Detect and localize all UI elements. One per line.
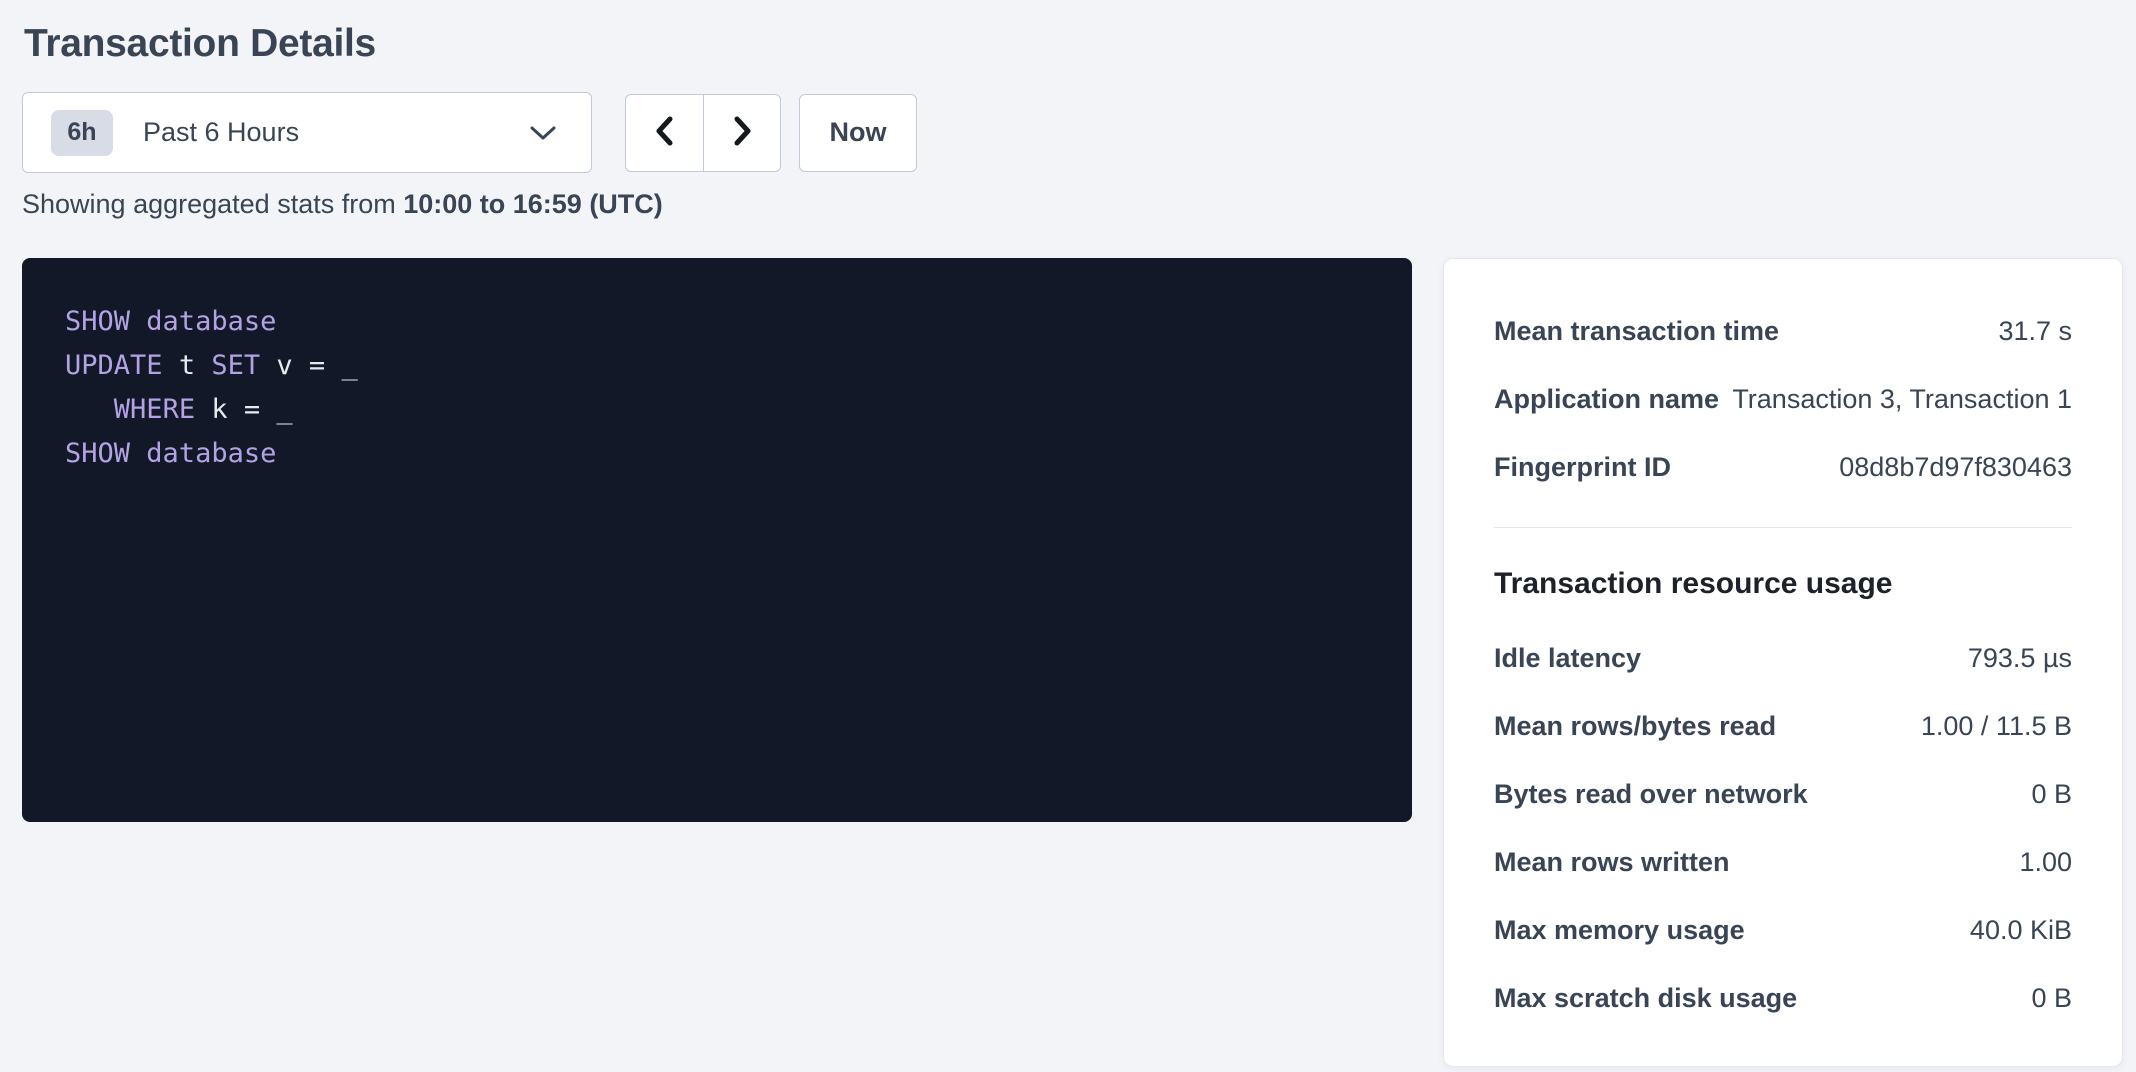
transaction-details-page: Transaction Details 6h Past 6 Hours (0, 0, 2136, 1067)
stat-row: Mean rows/bytes read 1.00 / 11.5 B (1494, 692, 2072, 760)
stat-row: Bytes read over network 0 B (1494, 760, 2072, 828)
chevron-right-icon (728, 114, 756, 151)
stat-row: Idle latency 793.5 µs (1494, 624, 2072, 692)
sql-code: SHOW databaseUPDATE t SET v = _ WHERE k … (65, 300, 1392, 476)
stat-value: 0 B (2031, 779, 2072, 810)
stat-value: 40.0 KiB (1970, 915, 2072, 946)
stat-value: 1.00 / 11.5 B (1921, 711, 2072, 742)
usage-rows: Idle latency 793.5 µs Mean rows/bytes read… (1494, 624, 2072, 1032)
stat-value: 1.00 (2019, 847, 2072, 878)
time-range-shortcut-badge: 6h (51, 110, 113, 156)
stat-row: Fingerprint ID 08d8b7d97f830463 (1494, 433, 2072, 501)
stat-label: Bytes read over network (1494, 779, 1808, 810)
time-window-pager (625, 94, 781, 172)
content-row: SHOW databaseUPDATE t SET v = _ WHERE k … (22, 258, 2123, 1067)
stat-value: 08d8b7d97f830463 (1839, 452, 2072, 483)
stat-label: Idle latency (1494, 643, 1641, 674)
chevron-left-icon (651, 114, 679, 151)
stat-label: Max scratch disk usage (1494, 983, 1797, 1014)
stat-value: Transaction 3, Transaction 1 (1732, 384, 2072, 415)
stat-label: Mean rows written (1494, 847, 1730, 878)
section-divider (1494, 527, 2072, 528)
stat-value: 0 B (2031, 983, 2072, 1014)
stat-row: Application name Transaction 3, Transacti… (1494, 365, 2072, 433)
caption-time-range: 10:00 to 16:59 (UTC) (403, 189, 663, 219)
sql-code-line: SHOW database (65, 300, 1392, 344)
stat-label: Mean transaction time (1494, 316, 1779, 347)
sql-code-line: SHOW database (65, 432, 1392, 476)
stat-label: Max memory usage (1494, 915, 1745, 946)
page-title: Transaction Details (24, 22, 2123, 66)
sql-code-line: WHERE k = _ (65, 388, 1392, 432)
stat-value: 793.5 µs (1968, 643, 2072, 674)
time-range-label: Past 6 Hours (143, 117, 529, 148)
time-toolbar: 6h Past 6 Hours (22, 92, 2123, 173)
stat-row: Mean transaction time 31.7 s (1494, 297, 2072, 365)
stat-label: Mean rows/bytes read (1494, 711, 1776, 742)
stat-row: Mean rows written 1.00 (1494, 828, 2072, 896)
stat-label: Application name (1494, 384, 1719, 415)
sql-code-line: UPDATE t SET v = _ (65, 344, 1392, 388)
previous-time-window-button[interactable] (626, 95, 703, 171)
resource-usage-heading: Transaction resource usage (1494, 564, 2072, 604)
transaction-summary-card: Mean transaction time 31.7 s Application n… (1443, 258, 2123, 1067)
stat-label: Fingerprint ID (1494, 452, 1671, 483)
time-range-dropdown[interactable]: 6h Past 6 Hours (22, 92, 592, 173)
stat-value: 31.7 s (1998, 316, 2072, 347)
stat-row: Max memory usage 40.0 KiB (1494, 896, 2072, 964)
aggregated-stats-caption: Showing aggregated stats from 10:00 to 1… (22, 188, 2123, 220)
now-button[interactable]: Now (799, 94, 917, 172)
next-time-window-button[interactable] (703, 95, 780, 171)
chevron-down-icon (529, 124, 557, 142)
sql-statement-block: SHOW databaseUPDATE t SET v = _ WHERE k … (22, 258, 1412, 822)
overview-rows: Mean transaction time 31.7 s Application n… (1494, 297, 2072, 501)
stat-row: Max scratch disk usage 0 B (1494, 964, 2072, 1032)
caption-prefix: Showing aggregated stats from (22, 189, 403, 219)
